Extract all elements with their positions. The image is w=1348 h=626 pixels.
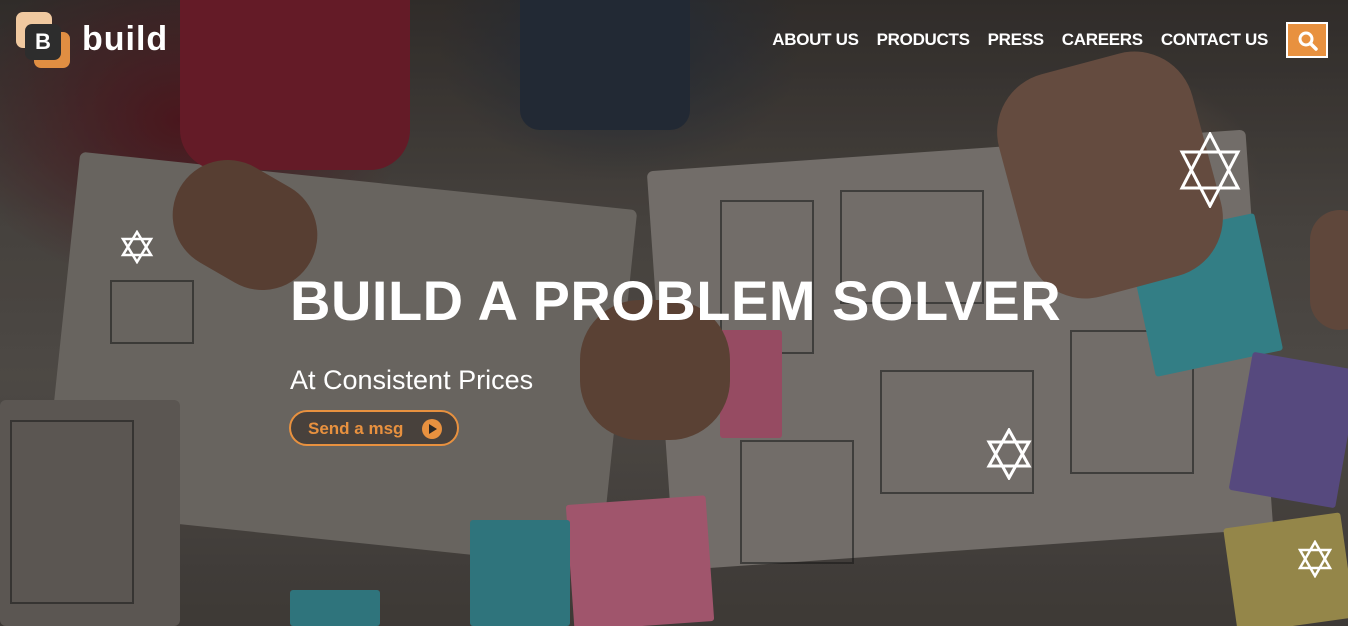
send-message-button[interactable]: Send a msg (289, 410, 459, 446)
play-circle-icon (422, 419, 442, 439)
hero-title: BUILD A PROBLEM SOLVER (290, 269, 1062, 332)
nav-item-products[interactable]: PRODUCTS (877, 30, 970, 50)
nav-item-press[interactable]: PRESS (988, 30, 1044, 50)
search-button[interactable] (1286, 22, 1328, 58)
hero-subtitle: At Consistent Prices (290, 365, 534, 395)
logo-letter: B (25, 24, 61, 60)
search-icon (1298, 31, 1318, 51)
star-icon (1179, 132, 1241, 208)
star-icon (120, 230, 154, 264)
nav-item-contact-us[interactable]: CONTACT US (1161, 30, 1268, 50)
star-icon (986, 428, 1032, 480)
brand-name: build (82, 20, 169, 58)
main-nav: ABOUT US PRODUCTS PRESS CAREERS CONTACT … (754, 30, 1268, 50)
send-message-label: Send a msg (308, 419, 404, 438)
star-icon (1298, 540, 1332, 578)
brand-logo[interactable]: B build (16, 12, 186, 72)
nav-item-about-us[interactable]: ABOUT US (772, 30, 859, 50)
nav-item-careers[interactable]: CAREERS (1062, 30, 1143, 50)
